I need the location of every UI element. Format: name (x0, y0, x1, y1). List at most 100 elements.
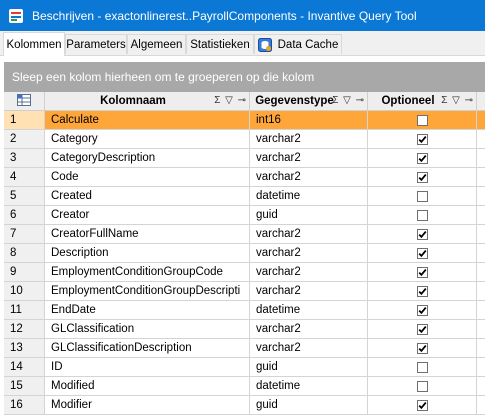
optional-checkbox[interactable] (416, 266, 428, 278)
optional-cell[interactable] (368, 130, 477, 149)
column-name-cell[interactable]: Creator (45, 206, 250, 225)
row-number[interactable]: 13 (4, 339, 45, 358)
table-row[interactable]: 9 EmploymentConditionGroupCode varchar2 (4, 263, 485, 282)
table-row[interactable]: 7 CreatorFullName varchar2 (4, 225, 485, 244)
row-number[interactable]: 7 (4, 225, 45, 244)
data-type-cell[interactable]: datetime (250, 377, 368, 396)
column-name-cell[interactable]: Code (45, 168, 250, 187)
table-row[interactable]: 6 Creator guid (4, 206, 485, 225)
column-name-cell[interactable]: Calculate (45, 111, 250, 130)
row-number[interactable]: 15 (4, 377, 45, 396)
group-by-panel[interactable]: Sleep een kolom hierheen om te groeperen… (0, 56, 485, 92)
column-name-cell[interactable]: ID (45, 358, 250, 377)
tab-data-cache[interactable]: Data Cache (254, 34, 342, 54)
column-name-cell[interactable]: GLClassificationDescription (45, 339, 250, 358)
column-name-cell[interactable]: Description (45, 244, 250, 263)
data-type-cell[interactable]: varchar2 (250, 225, 368, 244)
optional-checkbox[interactable] (416, 285, 428, 297)
optional-cell[interactable] (368, 263, 477, 282)
column-name-cell[interactable]: GLClassification (45, 320, 250, 339)
tab-algemeen[interactable]: Algemeen (127, 34, 186, 54)
data-type-cell[interactable]: guid (250, 358, 368, 377)
optional-checkbox[interactable] (416, 247, 428, 259)
data-type-cell[interactable]: varchar2 (250, 130, 368, 149)
optional-cell[interactable] (368, 282, 477, 301)
table-row[interactable]: 11 EndDate datetime (4, 301, 485, 320)
data-type-cell[interactable]: int16 (250, 111, 368, 130)
column-name-cell[interactable]: Created (45, 187, 250, 206)
optional-checkbox[interactable] (416, 361, 428, 373)
optional-cell[interactable] (368, 149, 477, 168)
table-row[interactable]: 2 Category varchar2 (4, 130, 485, 149)
group-by-drop-area[interactable]: Sleep een kolom hierheen om te groeperen… (4, 62, 485, 92)
optional-cell[interactable] (368, 396, 477, 415)
optional-cell[interactable] (368, 358, 477, 377)
optional-cell[interactable] (368, 377, 477, 396)
tab-statistieken[interactable]: Statistieken (186, 34, 254, 54)
data-type-cell[interactable]: varchar2 (250, 339, 368, 358)
data-type-cell[interactable]: datetime (250, 187, 368, 206)
table-row[interactable]: 10 EmploymentConditionGroupDescripti varch… (4, 282, 485, 301)
optional-checkbox[interactable] (416, 304, 428, 316)
optional-cell[interactable] (368, 244, 477, 263)
row-number[interactable]: 14 (4, 358, 45, 377)
optional-cell[interactable] (368, 301, 477, 320)
data-type-cell[interactable]: varchar2 (250, 168, 368, 187)
row-number[interactable]: 10 (4, 282, 45, 301)
data-type-cell[interactable]: varchar2 (250, 282, 368, 301)
optional-cell[interactable] (368, 168, 477, 187)
table-row[interactable]: 13 GLClassificationDescription varchar2 (4, 339, 485, 358)
table-row[interactable]: 15 Modified datetime (4, 377, 485, 396)
optional-checkbox[interactable] (416, 399, 428, 411)
tab-kolommen[interactable]: Kolommen (3, 32, 65, 56)
table-row[interactable]: 1 Calculate int16 (4, 111, 485, 130)
row-number[interactable]: 3 (4, 149, 45, 168)
columns-grid[interactable]: Kolomnaam Σ ▽ ⊸ Gegevenstype Σ ▽ ⊸ Optio… (4, 92, 485, 417)
column-filter-icons[interactable]: Σ ▽ ⊸ (332, 95, 365, 106)
optional-cell[interactable] (368, 339, 477, 358)
tab-parameters[interactable]: Parameters (65, 34, 127, 54)
optional-checkbox[interactable] (416, 380, 428, 392)
optional-cell[interactable] (368, 206, 477, 225)
row-number[interactable]: 2 (4, 130, 45, 149)
optional-cell[interactable] (368, 225, 477, 244)
data-type-cell[interactable]: varchar2 (250, 149, 368, 168)
title-bar[interactable]: Beschrijven - exactonlinerest..PayrollCo… (0, 0, 485, 31)
row-number[interactable]: 8 (4, 244, 45, 263)
data-type-cell[interactable]: datetime (250, 301, 368, 320)
column-filter-icons[interactable]: Σ ▽ ⊸ (441, 95, 474, 106)
column-name-cell[interactable]: CreatorFullName (45, 225, 250, 244)
data-type-cell[interactable]: varchar2 (250, 320, 368, 339)
optional-checkbox[interactable] (416, 209, 428, 221)
column-name-cell[interactable]: EndDate (45, 301, 250, 320)
column-header-type[interactable]: Gegevenstype Σ ▽ ⊸ (250, 92, 368, 111)
column-name-cell[interactable]: EmploymentConditionGroupCode (45, 263, 250, 282)
column-header-name[interactable]: Kolomnaam Σ ▽ ⊸ (45, 92, 250, 111)
optional-checkbox[interactable] (416, 342, 428, 354)
optional-checkbox[interactable] (416, 190, 428, 202)
column-name-cell[interactable]: Modified (45, 377, 250, 396)
row-number[interactable]: 9 (4, 263, 45, 282)
table-row[interactable]: 16 Modifier guid (4, 396, 485, 415)
row-number[interactable]: 6 (4, 206, 45, 225)
row-number[interactable]: 5 (4, 187, 45, 206)
table-row[interactable]: 4 Code varchar2 (4, 168, 485, 187)
table-row[interactable]: 5 Created datetime (4, 187, 485, 206)
select-all-header[interactable] (4, 92, 45, 111)
column-name-cell[interactable]: CategoryDescription (45, 149, 250, 168)
optional-checkbox[interactable] (416, 228, 428, 240)
optional-cell[interactable] (368, 187, 477, 206)
column-header-optional[interactable]: Optioneel Σ ▽ ⊸ (368, 92, 477, 111)
optional-checkbox[interactable] (416, 152, 428, 164)
table-row[interactable]: 3 CategoryDescription varchar2 (4, 149, 485, 168)
column-filter-icons[interactable]: Σ ▽ ⊸ (214, 95, 247, 106)
optional-checkbox[interactable] (416, 171, 428, 183)
column-name-cell[interactable]: Modifier (45, 396, 250, 415)
data-type-cell[interactable]: guid (250, 206, 368, 225)
table-row[interactable]: 12 GLClassification varchar2 (4, 320, 485, 339)
optional-cell[interactable] (368, 320, 477, 339)
optional-checkbox[interactable] (416, 133, 428, 145)
row-number[interactable]: 12 (4, 320, 45, 339)
data-type-cell[interactable]: varchar2 (250, 244, 368, 263)
column-name-cell[interactable]: Category (45, 130, 250, 149)
